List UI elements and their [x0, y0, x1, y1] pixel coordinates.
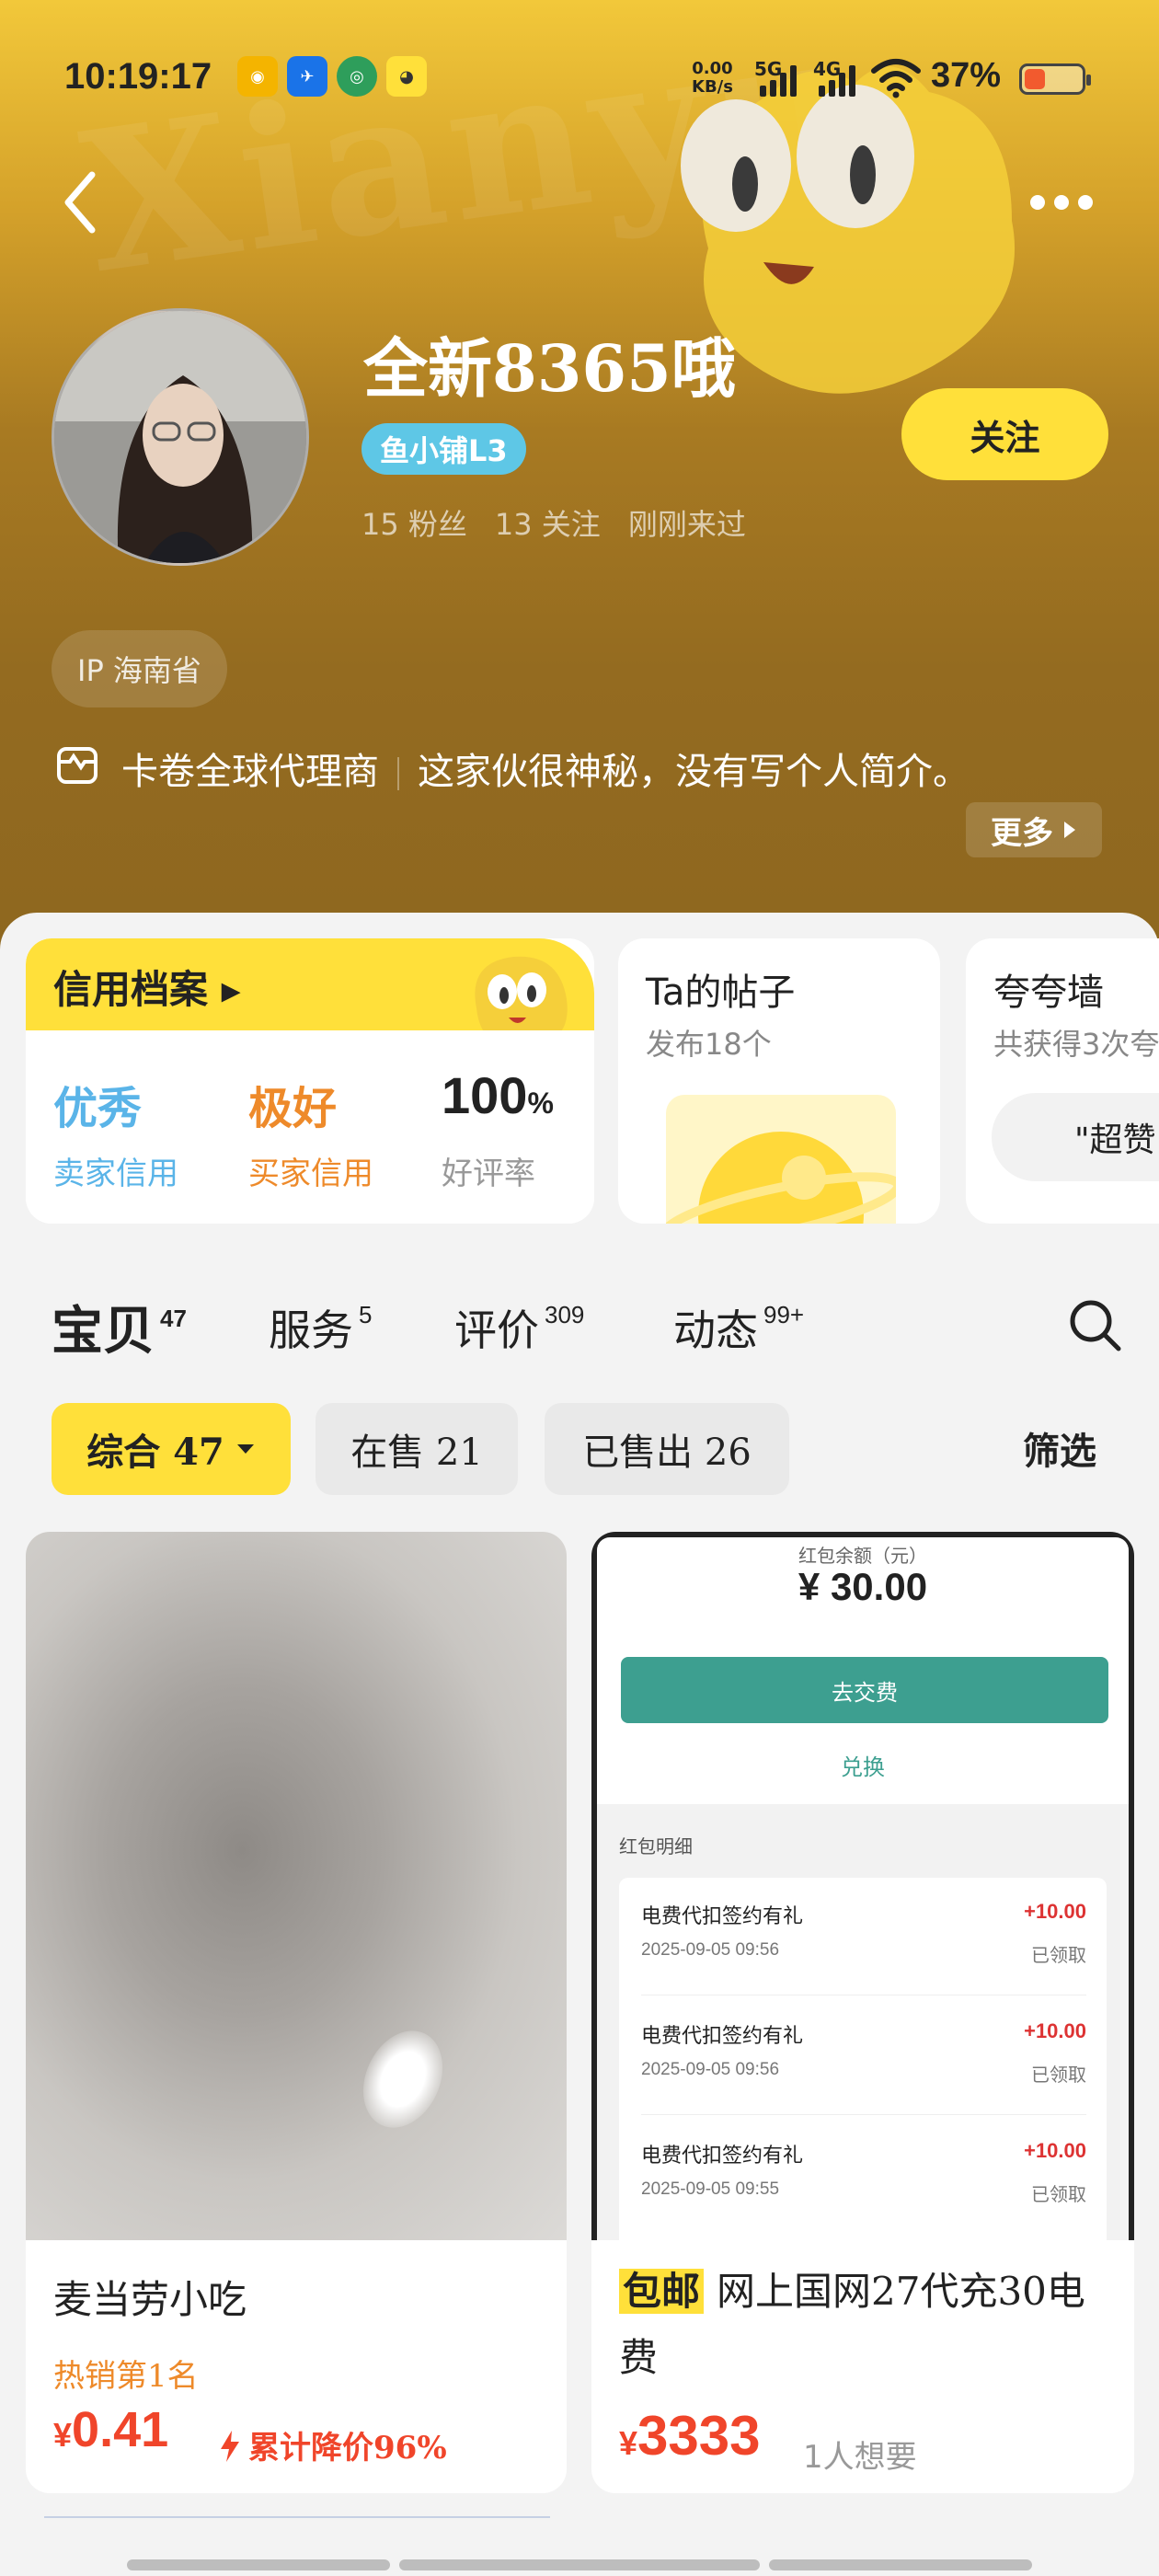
seller-credit-label: 卖家信用: [53, 1156, 178, 1192]
tab-services-label: 服务: [269, 1305, 353, 1355]
tab-items[interactable]: 宝贝 47: [52, 1290, 187, 1364]
status-time: 10:19:17: [64, 56, 212, 97]
last-seen: 刚刚来过: [627, 507, 746, 542]
praise-title: 夸夸墙: [993, 972, 1104, 1014]
screenshot-balance-label: 红包余额（元）: [798, 1545, 927, 1567]
tab-services[interactable]: 服务 5: [269, 1297, 372, 1358]
tab-moments-label: 动态: [673, 1305, 758, 1355]
chip-all-label: 综合 47: [86, 1431, 224, 1474]
want-count: 1人想要: [803, 2439, 917, 2476]
wifi-icon: [871, 59, 921, 98]
positive-rate-label: 好评率: [442, 1156, 535, 1192]
caret-down-icon: [236, 1444, 254, 1454]
price-drop: 累计降价96%: [219, 2422, 447, 2467]
status-bar: 10:19:17 ◉ ✈ ◎ ◕ 0.00 KB/s 5G 4G 37%: [0, 51, 1159, 106]
app-icon-3: ◎: [337, 56, 377, 97]
product-price: ¥3333: [619, 2405, 761, 2467]
battery-percent: 37%: [931, 56, 1002, 95]
chip-sold[interactable]: 已售出 26: [545, 1403, 789, 1495]
battery-fill: [1025, 69, 1045, 89]
screenshot-detail-heading: 红包明细: [619, 1835, 693, 1857]
screenshot-row: 电费代扣签约有礼 2025-09-05 09:55 +10.00 已领取: [641, 2139, 1086, 2205]
signal-4g-icon: [819, 65, 855, 97]
bio: 卡卷全球代理商 这家伙很神秘，没有写个人简介。: [55, 736, 1113, 808]
product-title: 麦当劳小吃: [53, 2277, 247, 2322]
planet-illustration: [666, 1095, 896, 1224]
credit-card[interactable]: 信用档案 ▸ 优秀 卖家信用 极好 买家信用 100% 好评率: [26, 938, 594, 1224]
screenshot-balance-amount: ¥ 30.00: [798, 1565, 928, 1608]
app-icon-4: ◕: [386, 56, 427, 97]
battery-icon: [1019, 63, 1091, 95]
level-badge[interactable]: 鱼小铺L3: [361, 423, 526, 475]
content-tabs: 宝贝 47 服务 5 评价 309 动态 99+: [0, 1279, 1159, 1371]
followers-count[interactable]: 15 粉丝: [361, 501, 467, 544]
tab-reviews[interactable]: 评价 309: [454, 1297, 584, 1358]
credit-title: 信用档案 ▸: [53, 967, 241, 1012]
seller-credit-value: 优秀: [53, 1083, 143, 1134]
scroll-indicator: [127, 2559, 390, 2570]
bio-more-button[interactable]: 更多: [966, 802, 1102, 857]
status-app-icons: ◉ ✈ ◎ ◕: [237, 56, 427, 97]
credit-body: 优秀 卖家信用 极好 买家信用 100% 好评率: [26, 1030, 594, 1224]
follow-button[interactable]: 关注: [901, 388, 1108, 480]
posts-count: 发布18个: [646, 1027, 772, 1062]
nickname: 全新8365哦: [363, 330, 736, 407]
profile-stats: 15 粉丝 13 关注 刚刚来过: [361, 501, 746, 544]
tab-reviews-label: 评价: [454, 1305, 539, 1355]
praise-wall-card[interactable]: 夸夸墙 共获得3次夸 "超赞: [966, 938, 1159, 1224]
net-speed-unit: KB/s: [692, 77, 733, 97]
tab-moments[interactable]: 动态 99+: [673, 1297, 804, 1358]
screenshot-row: 电费代扣签约有礼 2025-09-05 09:56 +10.00 已领取: [641, 1997, 1086, 2115]
signal-5g-icon: [760, 65, 797, 97]
praise-count: 共获得3次夸: [993, 1027, 1159, 1062]
chip-all[interactable]: 综合 47: [52, 1403, 291, 1495]
product-title: 包邮 网上国网27代充30电费: [619, 2259, 1116, 2391]
buyer-credit-value: 极好: [248, 1083, 338, 1134]
bio-more-label: 更多: [991, 814, 1053, 852]
ip-location-tag: IP 海南省: [52, 630, 227, 707]
tab-items-count: 47: [160, 1305, 187, 1332]
posts-title: Ta的帖子: [646, 972, 796, 1014]
screenshot-pay-button: 去交费: [621, 1657, 1108, 1723]
scroll-indicator: [399, 2559, 760, 2570]
product-rank: 热销第1名: [53, 2358, 199, 2395]
product-price: ¥0.41: [53, 2402, 169, 2457]
net-speed: 0.00 KB/s: [692, 60, 733, 97]
price-drop-label: 累计降价96%: [248, 2430, 447, 2467]
avatar[interactable]: [52, 308, 309, 566]
profile-header: Xianyu 10:19:17 ◉ ✈ ◎ ◕ 0.00 KB/s 5G 4G: [0, 0, 1159, 957]
play-right-icon: [1064, 822, 1075, 838]
tab-moments-count: 99+: [763, 1301, 805, 1328]
chip-on-sale[interactable]: 在售 21: [316, 1403, 518, 1495]
screenshot-exchange-link: 兑换: [841, 1754, 885, 1780]
avatar-photo: [54, 311, 306, 563]
posts-card[interactable]: Ta的帖子 发布18个: [618, 938, 940, 1224]
tab-services-count: 5: [359, 1301, 373, 1328]
scroll-indicator: [769, 2559, 1032, 2570]
filter-button[interactable]: 筛选: [1023, 1421, 1096, 1475]
screenshot-detail-list: 电费代扣签约有礼 2025-09-05 09:56 +10.00 已领取 电费代扣签…: [619, 1878, 1107, 2240]
bio-text: 这家伙很神秘，没有写个人简介。: [418, 751, 970, 793]
more-options-icon[interactable]: [1030, 184, 1113, 221]
product-image: 红包余额（元） ¥ 30.00 去交费 兑换 红包明细 电费代扣签约有礼 2025…: [591, 1532, 1134, 2240]
tab-reviews-count: 309: [545, 1301, 585, 1328]
following-count[interactable]: 13 关注: [495, 501, 601, 544]
free-shipping-badge: 包邮: [619, 2269, 705, 2314]
app-icon-2: ✈: [287, 56, 327, 97]
praise-pill: "超赞: [992, 1093, 1159, 1181]
back-arrow-icon[interactable]: [55, 166, 110, 239]
tab-items-label: 宝贝: [52, 1301, 155, 1362]
screenshot-row: 电费代扣签约有礼 2025-09-05 09:56 +10.00 已领取: [641, 1878, 1086, 1995]
search-icon[interactable]: [1065, 1295, 1124, 1354]
product-card[interactable]: 红包余额（元） ¥ 30.00 去交费 兑换 红包明细 电费代扣签约有礼 2025…: [591, 1532, 1134, 2493]
positive-rate-value: 100%: [442, 1066, 554, 1124]
bio-tag: 卡卷全球代理商: [121, 751, 379, 793]
net-speed-value: 0.00: [692, 59, 733, 78]
divider: [44, 2516, 550, 2518]
buyer-credit-label: 买家信用: [248, 1156, 373, 1192]
lightning-icon: [221, 2431, 239, 2462]
app-icon-1: ◉: [237, 56, 278, 97]
product-image: [26, 1532, 567, 2240]
product-card[interactable]: 麦当劳小吃 热销第1名 ¥0.41 累计降价96%: [26, 1532, 567, 2493]
